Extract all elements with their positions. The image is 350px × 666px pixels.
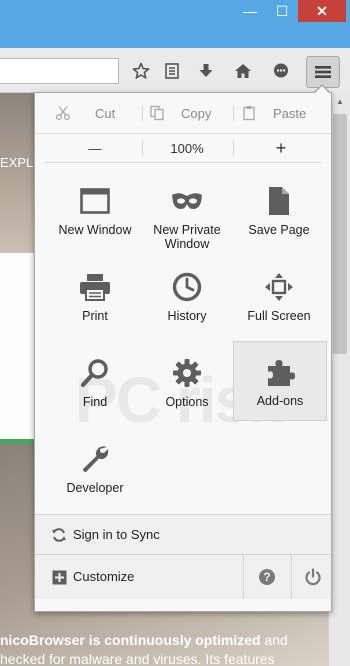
- zoom-controls: — 100% +: [35, 133, 331, 162]
- divider: [142, 140, 143, 156]
- customize-plus-icon[interactable]: [49, 567, 69, 587]
- bookmark-star-icon[interactable]: [130, 60, 152, 82]
- minimize-button[interactable]: —: [234, 0, 266, 22]
- window-icon: [79, 185, 111, 217]
- edit-controls: Cut Copy Paste: [35, 93, 331, 133]
- window-titlebar: — ☐ ✕: [0, 0, 350, 48]
- close-button[interactable]: ✕: [298, 0, 346, 22]
- add-ons-button[interactable]: Add-ons: [233, 341, 327, 421]
- divider: [233, 105, 234, 121]
- page-bottom-text-line2: hecked for malware and viruses. Its feat…: [0, 651, 275, 666]
- scroll-thumb[interactable]: [333, 114, 347, 354]
- clipboard-icon: [243, 106, 255, 121]
- bookmarks-list-icon[interactable]: [161, 60, 183, 82]
- printer-icon: [79, 271, 111, 303]
- tile-label: Full Screen: [247, 309, 311, 323]
- print-button[interactable]: Print: [49, 259, 141, 339]
- developer-button[interactable]: Developer: [49, 431, 141, 511]
- sync-label: Sign in to Sync: [73, 527, 160, 542]
- help-icon[interactable]: ?: [257, 567, 277, 587]
- navigation-toolbar: [0, 48, 350, 93]
- sync-row[interactable]: Sign in to Sync: [35, 514, 331, 555]
- page-bottom-text: nicoBrowser is continuously optimized an…: [0, 631, 350, 666]
- save-page-button[interactable]: Save Page: [233, 173, 325, 253]
- customize-row: Customize ?: [35, 554, 331, 599]
- downloads-arrow-icon[interactable]: [195, 60, 217, 82]
- window-controls: — ☐ ✕: [234, 0, 346, 22]
- clock-icon: [171, 271, 203, 303]
- mask-icon: [171, 185, 203, 217]
- tile-label: New Private Window: [153, 223, 221, 251]
- tile-label: Developer: [66, 481, 124, 495]
- tile-label: Options: [165, 395, 209, 409]
- sync-icon: [49, 525, 69, 545]
- tile-label: Add-ons: [256, 394, 304, 408]
- divider: [142, 105, 143, 121]
- full-screen-button[interactable]: Full Screen: [233, 259, 325, 339]
- cut-button[interactable]: Cut: [55, 93, 145, 133]
- page-hero-text: EXPL: [0, 155, 34, 170]
- tile-label: Save Page: [248, 223, 310, 237]
- customize-button[interactable]: Customize: [73, 569, 134, 584]
- new-window-button[interactable]: New Window: [49, 173, 141, 253]
- page-bottom-text-suffix: and: [260, 632, 288, 648]
- magnifier-icon: [79, 357, 111, 389]
- cut-label: Cut: [95, 105, 116, 121]
- divider: [291, 555, 292, 599]
- tile-label: Print: [82, 309, 108, 323]
- copy-icon: [150, 105, 164, 121]
- find-button[interactable]: Find: [49, 345, 141, 425]
- panel-arrow-inner: [314, 86, 330, 94]
- hamburger-icon: [315, 66, 331, 78]
- zoom-out-button[interactable]: —: [55, 134, 135, 162]
- url-bar[interactable]: [0, 58, 119, 84]
- scissors-icon: [55, 106, 71, 121]
- copy-label: Copy: [181, 105, 212, 121]
- zoom-in-button[interactable]: +: [241, 134, 321, 162]
- tile-label: History: [167, 309, 207, 323]
- wrench-icon: [79, 443, 111, 475]
- tile-label: Find: [82, 395, 108, 409]
- puzzle-icon: [264, 356, 296, 388]
- power-icon[interactable]: [303, 567, 323, 587]
- scroll-up-arrow-icon[interactable]: ▲: [329, 92, 350, 110]
- zoom-reset-button[interactable]: 100%: [147, 134, 227, 162]
- options-button[interactable]: Options: [141, 345, 233, 425]
- divider: [243, 555, 244, 599]
- page-bottom-text-bold: nicoBrowser is continuously optimized: [0, 632, 261, 648]
- menu-panel: Cut Copy Paste — 100% + PC risk New Wind…: [34, 92, 332, 612]
- chat-bubble-icon[interactable]: [270, 60, 292, 82]
- page-icon: [263, 185, 295, 217]
- gear-icon: [171, 357, 203, 389]
- svg-text:?: ?: [263, 570, 270, 584]
- copy-button[interactable]: Copy: [149, 93, 239, 133]
- maximize-button[interactable]: ☐: [266, 0, 298, 22]
- home-icon[interactable]: [232, 60, 254, 82]
- divider: [45, 162, 321, 163]
- history-button[interactable]: History: [141, 259, 233, 339]
- paste-button[interactable]: Paste: [241, 93, 331, 133]
- tile-label: New Window: [58, 223, 132, 237]
- paste-label: Paste: [273, 105, 307, 121]
- fullscreen-icon: [263, 271, 295, 303]
- divider: [233, 140, 234, 156]
- new-private-window-button[interactable]: New Private Window: [141, 173, 233, 253]
